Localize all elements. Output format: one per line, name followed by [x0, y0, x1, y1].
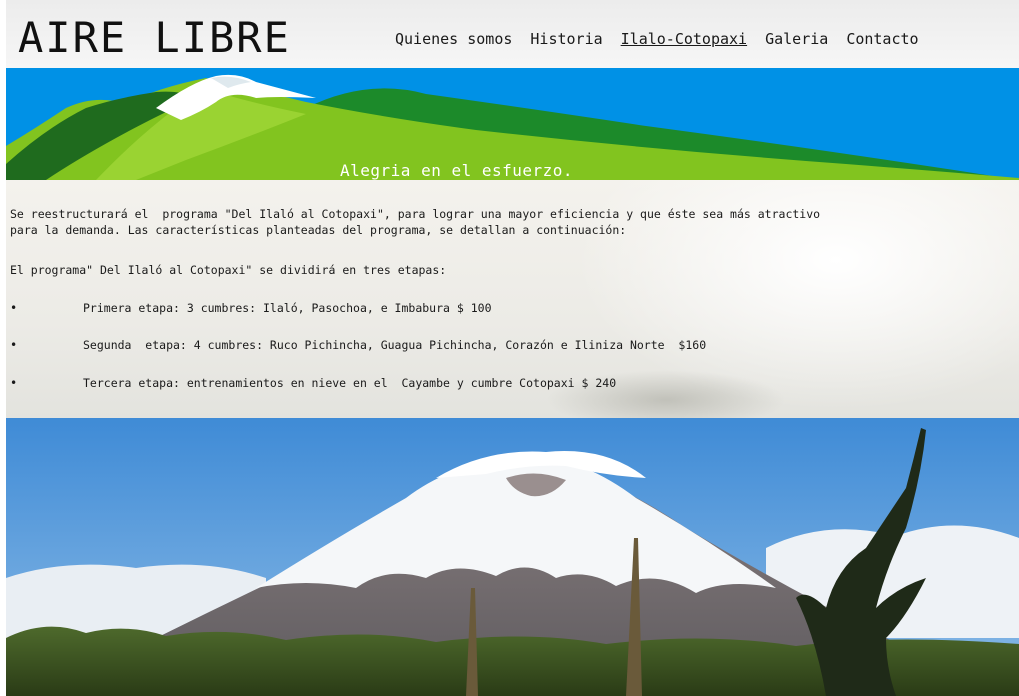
nav-link-historia[interactable]: Historia [530, 30, 602, 48]
site-logo[interactable]: AIRE LIBRE [18, 14, 291, 62]
site-header: AIRE LIBRE Quienes somos Historia Ilalo-… [6, 0, 1019, 68]
main-nav: Quienes somos Historia Ilalo-Cotopaxi Ga… [395, 30, 937, 48]
nav-link-quienes-somos[interactable]: Quienes somos [395, 30, 512, 48]
stage-item-1: Primera etapa: 3 cumbres: Ilaló, Pasocho… [83, 301, 492, 315]
bullet-icon: • [10, 376, 18, 390]
volcano-photo [6, 418, 1019, 696]
nav-link-ilalo-cotopaxi[interactable]: Ilalo-Cotopaxi [621, 30, 747, 48]
intro-text-line-1: Se reestructurará el programa "Del Ilaló… [10, 207, 821, 221]
bullet-icon: • [10, 301, 18, 315]
cotopaxi-volcano-image [6, 418, 1019, 696]
intro-text-line-2: para la demanda. Las características pla… [10, 223, 627, 237]
program-content: Se reestructurará el programa "Del Ilaló… [6, 180, 1019, 418]
banner-tagline: Alegria en el esfuerzo. [340, 161, 574, 180]
stage-item-3: Tercera etapa: entrenamientos en nieve e… [83, 376, 617, 390]
stages-intro: El programa" Del Ilaló al Cotopaxi" se d… [10, 263, 447, 277]
hero-banner: Alegria en el esfuerzo. [6, 68, 1019, 180]
nav-link-contacto[interactable]: Contacto [846, 30, 918, 48]
nav-link-galeria[interactable]: Galeria [765, 30, 828, 48]
bullet-icon: • [10, 338, 18, 352]
stage-item-2: Segunda etapa: 4 cumbres: Ruco Pichincha… [83, 338, 707, 352]
page: AIRE LIBRE Quienes somos Historia Ilalo-… [6, 0, 1019, 696]
